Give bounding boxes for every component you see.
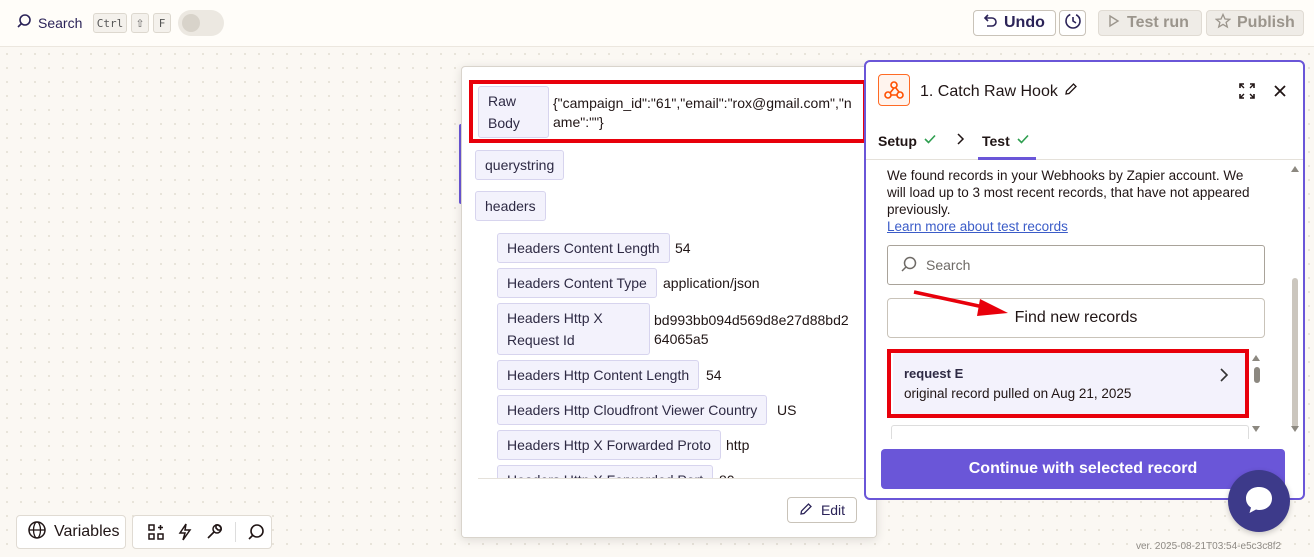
field-value-headers-http-x-forwarded-proto: http [726,437,750,453]
apps-icon[interactable] [141,517,170,547]
field-key-headers-content-length: Headers Content Length [497,233,670,263]
record-item-partial[interactable] [891,425,1249,439]
field-key-line: Request Id [507,332,575,348]
panel-scrollbar-thumb[interactable] [1292,278,1298,428]
shortcut-key-ctrl: Ctrl [93,13,127,33]
test-run-label: Test run [1127,14,1189,31]
play-icon [1107,14,1121,33]
search-trigger[interactable]: Search [16,13,82,32]
search-label: Search [38,14,83,31]
check-icon [1016,132,1030,149]
field-value-line: ame":""} [553,114,604,130]
step-title[interactable]: 1. Catch Raw Hook [920,82,1078,101]
panel-scroll-down[interactable] [1291,426,1299,432]
field-key-headers-http-x-forwarded-proto: Headers Http X Forwarded Proto [497,430,721,460]
webhook-icon [878,74,910,106]
chat-icon [1242,483,1276,520]
panel-scroll-up[interactable] [1291,166,1299,172]
pencil-icon[interactable] [1064,82,1078,101]
field-value-headers-http-x-request-id: bd993bb094d569d8e27d88bd2 64065a5 [654,311,849,349]
publish-button[interactable]: Publish [1206,10,1304,36]
records-search-field[interactable] [887,245,1265,285]
bolt-icon[interactable] [170,517,199,547]
payload-scroll-area[interactable]: Raw Body {"campaign_id":"61","email":"ro… [462,67,872,479]
variables-label: Variables [54,523,120,540]
field-key-headers[interactable]: headers [475,191,546,221]
wrench-icon[interactable] [200,517,229,547]
record-item[interactable]: request E original record pulled on Aug … [893,353,1248,415]
field-value-headers-http-cloudfront-viewer-country: US [777,402,797,418]
field-value-headers-content-length: 54 [675,240,691,256]
edit-button[interactable]: Edit [787,497,857,523]
version-label: ver. 2025-08-21T03:54-e5c3c8f2 [1136,541,1282,552]
field-value-line: 64065a5 [654,331,709,347]
check-icon [923,132,937,149]
record-subtitle: original record pulled on Aug 21, 2025 [904,386,1132,401]
annotation-arrow [913,290,1008,316]
records-scrollbar-thumb[interactable] [1254,367,1260,383]
search-icon [16,13,32,32]
close-icon[interactable] [1273,84,1287,101]
field-key-line: Body [488,115,520,131]
shortcut-key-f: F [153,13,171,33]
field-key-headers-http-x-forwarded-port: Headers Http X Forwarded Port [497,465,714,479]
learn-more-link[interactable]: Learn more about test records [887,219,1068,234]
field-key-headers-content-type: Headers Content Type [497,268,657,298]
records-scroll-down[interactable] [1252,426,1260,432]
field-value-line: bd993bb094d569d8e27d88bd2 [654,312,849,328]
field-value-headers-content-type: application/json [663,275,760,291]
expand-icon[interactable] [1238,82,1256,103]
tab-setup-label: Setup [878,132,917,149]
record-title: request E [904,366,964,381]
pencil-icon [799,502,813,519]
publish-label: Publish [1237,14,1295,31]
field-value-raw-body: {"campaign_id":"61","email":"rox@gmail.c… [553,94,863,132]
star-icon [1214,12,1232,34]
variables-button[interactable]: Variables [16,515,126,549]
shortcut-key-shift: ⇧ [131,13,149,33]
description-text: We found records in your Webhooks by Zap… [887,168,1250,217]
undo-button[interactable]: Undo [973,10,1056,36]
field-value-line: {"campaign_id":"61","email":"rox@gmail.c… [553,95,852,111]
continue-button[interactable]: Continue with selected record [881,449,1285,489]
tab-test-label: Test [982,132,1010,149]
step-title-text: 1. Catch Raw Hook [920,82,1058,100]
payload-popover: Raw Body {"campaign_id":"61","email":"ro… [461,66,877,538]
history-button[interactable] [1059,10,1086,36]
field-key-headers-http-cloudfront-viewer-country: Headers Http Cloudfront Viewer Country [497,395,768,425]
records-scroll-up[interactable] [1252,355,1260,361]
field-value-headers-http-content-length: 54 [706,367,722,383]
test-description: We found records in your Webhooks by Zap… [887,167,1257,235]
undo-label: Undo [1004,14,1045,31]
chat-button[interactable] [1228,470,1290,532]
search-icon[interactable] [242,517,271,547]
tab-setup[interactable]: Setup [878,132,937,149]
top-bar: Search Ctrl ⇧ F Undo Test run Publish [0,0,1314,47]
globe-icon [27,520,47,545]
step-panel: 1. Catch Raw Hook Setup Test We found re… [864,60,1305,500]
search-icon [900,255,918,276]
chevron-right-icon [956,132,966,149]
field-key-querystring[interactable]: querystring [475,150,565,180]
tab-test[interactable]: Test [982,132,1030,149]
test-run-button[interactable]: Test run [1098,10,1202,36]
chevron-right-icon [1219,367,1229,388]
records-search-input[interactable] [926,257,1246,273]
field-key-line: Headers Http X [507,310,603,326]
history-icon [1064,12,1082,35]
toolbar-divider [234,522,236,542]
undo-icon [982,13,998,34]
canvas-tools [132,515,272,549]
field-key-headers-http-x-request-id: Headers Http X Request Id [497,303,650,355]
canvas-toggle[interactable] [178,10,224,36]
step-tabs: Setup Test [866,122,1303,160]
footer-divider [478,478,870,479]
edit-label: Edit [820,502,846,518]
field-key-headers-http-content-length: Headers Http Content Length [497,360,700,390]
field-key-line: Raw [488,93,517,109]
field-key-raw-body: Raw Body [478,86,549,138]
active-tab-indicator [978,157,1036,160]
